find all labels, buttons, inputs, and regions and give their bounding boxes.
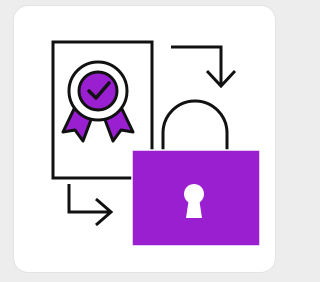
keyhole-icon xyxy=(184,184,204,218)
arrow-down-right-icon xyxy=(67,184,114,227)
arrow-right-down-icon xyxy=(171,45,237,89)
certificate-lock-illustration xyxy=(51,40,261,247)
